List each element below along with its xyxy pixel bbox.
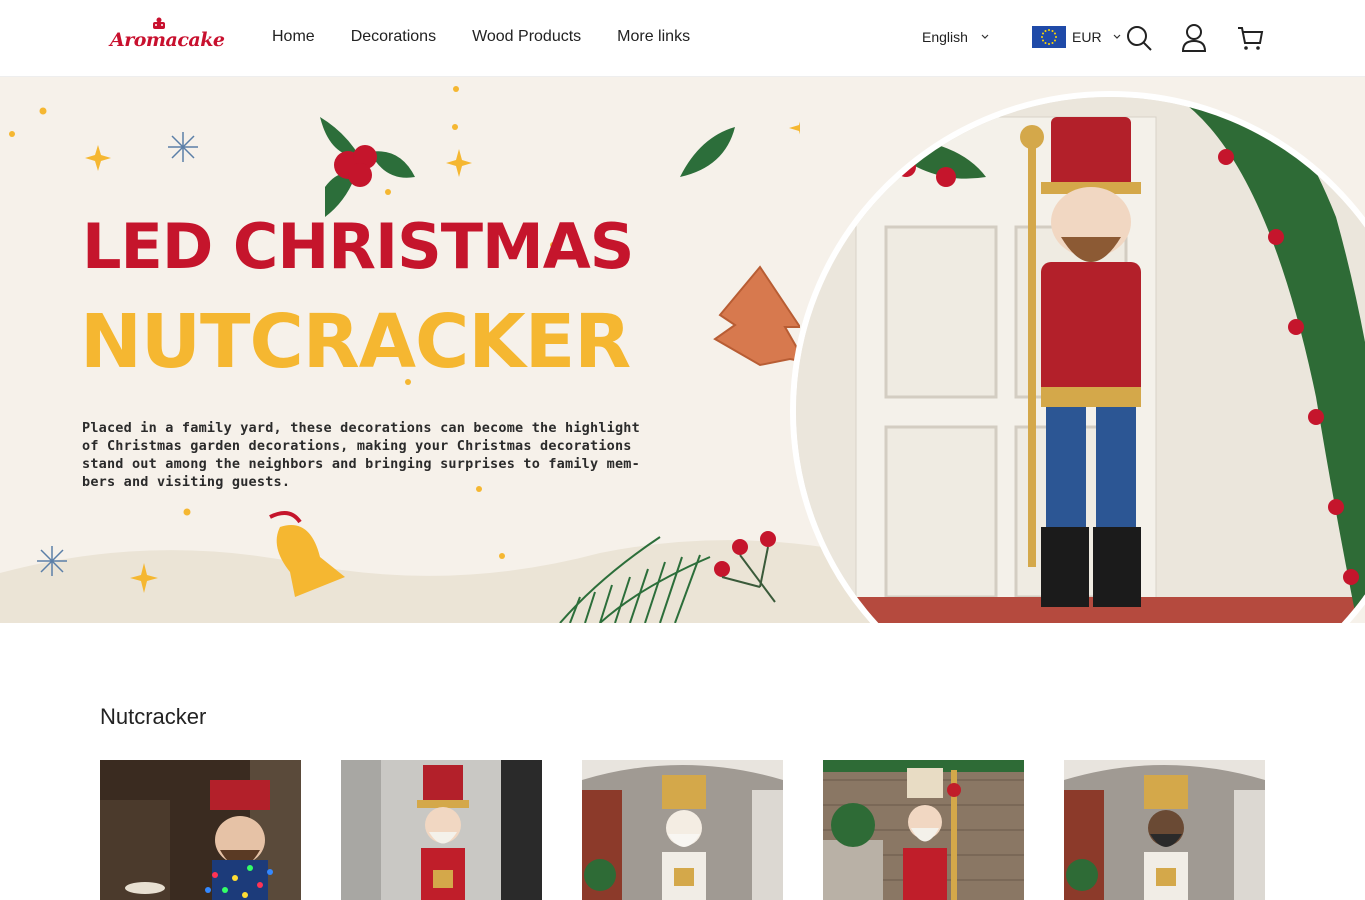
hero-title-line2: NUTCRACKER <box>80 299 631 385</box>
logo[interactable]: Aromacake <box>110 17 225 59</box>
currency-selector[interactable]: EUR <box>1032 26 1122 48</box>
chevron-down-icon <box>1113 34 1120 39</box>
account-button[interactable] <box>1179 22 1209 54</box>
logo-text: Aromacake <box>110 29 225 51</box>
product-card[interactable] <box>823 760 1024 900</box>
language-label: English <box>922 29 968 45</box>
hero-banner[interactable]: LED CHRISTMAS NUTCRACKER Placed in a fam… <box>0 77 1365 623</box>
product-image <box>100 760 301 900</box>
product-card[interactable] <box>100 760 301 900</box>
account-icon <box>1181 24 1207 52</box>
site-header: Aromacake Home Decorations Wood Products… <box>0 0 1365 77</box>
product-grid <box>100 760 1265 900</box>
product-image <box>823 760 1024 900</box>
product-card[interactable] <box>582 760 783 900</box>
product-image <box>582 760 783 900</box>
product-image <box>341 760 542 900</box>
nav-more-links[interactable]: More links <box>617 28 690 46</box>
eu-flag-icon <box>1032 26 1066 48</box>
hero-description: Placed in a family yard, these decoratio… <box>82 420 640 490</box>
product-image <box>1064 760 1265 900</box>
hero-title-line1: LED CHRISTMAS <box>82 210 634 283</box>
nav-decorations[interactable]: Decorations <box>351 28 436 46</box>
product-card[interactable] <box>341 760 542 900</box>
cart-button[interactable] <box>1235 22 1265 54</box>
nav-wood-products[interactable]: Wood Products <box>472 28 581 46</box>
cart-icon <box>1238 27 1264 50</box>
search-button[interactable] <box>1124 22 1154 54</box>
main-nav: Home Decorations Wood Products More link… <box>272 28 726 46</box>
hero-nutcracker-image <box>790 91 1365 623</box>
chevron-down-icon <box>981 34 989 39</box>
product-card[interactable] <box>1064 760 1265 900</box>
currency-label: EUR <box>1072 29 1102 45</box>
search-icon <box>1127 26 1152 51</box>
nav-home[interactable]: Home <box>272 28 315 46</box>
section-title: Nutcracker <box>100 704 207 729</box>
language-selector[interactable]: English <box>922 29 990 45</box>
